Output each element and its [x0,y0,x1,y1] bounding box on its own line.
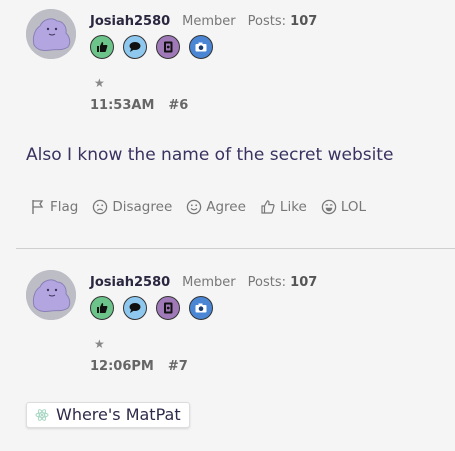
posts-count: 107 [290,14,318,29]
rank-star-icon: ★ [94,337,105,351]
post-number[interactable]: #7 [168,359,188,374]
post-number[interactable]: #6 [168,98,188,113]
post-time[interactable]: 12:06PM [90,359,154,374]
agree-button[interactable]: Agree [186,197,246,217]
flag-label: Flag [50,199,79,215]
author-line: Josiah2580 Member Posts: 107 [90,12,317,32]
notebook-icon[interactable] [156,35,180,59]
post-meta: 12:06PM #7 [90,358,188,376]
lol-button[interactable]: LOL [321,197,366,217]
agree-label: Agree [206,199,246,215]
disagree-label: Disagree [112,199,173,215]
post-6: Josiah2580 Member Posts: 107 ★ 11:53AM #6 A… [0,0,455,240]
rank-star-icon: ★ [94,76,105,90]
ditto-avatar-icon [26,270,76,320]
flag-button[interactable]: Flag [30,197,78,217]
flag-icon [32,200,44,214]
badge-row [90,296,213,322]
chat-bubble-icon[interactable] [123,296,147,320]
like-label: Like [279,199,307,215]
link-chip-label: Where's MatPat [56,405,181,424]
badge-row [90,35,213,61]
post-divider [16,248,455,249]
post-7: Josiah2580 Member Posts: 107 ★ 12:06PM #7 W… [0,261,455,451]
author-line: Josiah2580 Member Posts: 107 [90,273,317,293]
camera-icon[interactable] [189,35,213,59]
chat-bubble-icon[interactable] [123,35,147,59]
username[interactable]: Josiah2580 [90,14,170,29]
thumbs-up-icon[interactable] [90,296,114,320]
posts-count: 107 [290,275,318,290]
lol-label: LOL [340,199,367,215]
disagree-button[interactable]: Disagree [92,197,172,217]
avatar[interactable] [26,270,76,320]
ditto-avatar-icon [26,9,76,59]
posts-label: Posts: [247,275,287,290]
link-chip[interactable]: Where's MatPat [26,402,190,428]
thumbs-up-icon[interactable] [90,35,114,59]
like-button[interactable]: Like [260,197,307,217]
frown-face-icon [93,199,108,215]
username[interactable]: Josiah2580 [90,275,170,290]
camera-icon[interactable] [189,296,213,320]
post-meta: 11:53AM #6 [90,97,188,115]
thumbs-up-outline-icon [261,200,275,214]
post-message: Also I know the name of the secret websi… [26,145,394,165]
posts-label: Posts: [247,14,287,29]
user-role: Member [182,14,236,29]
notebook-icon[interactable] [156,296,180,320]
smile-face-icon [187,199,202,215]
reaction-bar: Flag Disagree Agree Like LOL [30,197,366,217]
avatar[interactable] [26,9,76,59]
laugh-face-icon [321,199,337,215]
atom-icon [35,409,49,421]
user-role: Member [182,275,236,290]
post-time[interactable]: 11:53AM [90,98,154,113]
